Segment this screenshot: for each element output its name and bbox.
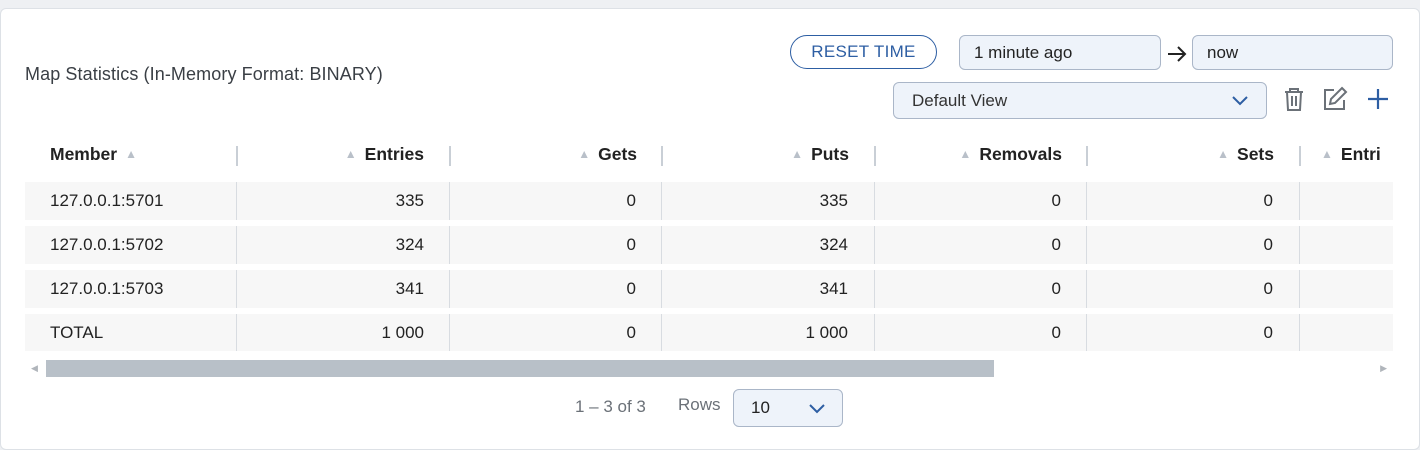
view-select[interactable]: Default View [893,82,1267,119]
time-from-input[interactable]: 1 minute ago [959,35,1161,70]
column-divider [661,314,662,351]
cell-gets: 0 [626,323,636,342]
column-divider [449,226,450,264]
statistics-table: Member ▲ ▲ Entries ▲ Gets ▲ Puts ▲ Removals ▲… [25,135,1393,351]
sort-up-icon: ▲ [791,147,804,161]
column-header-gets[interactable]: ▲ Gets [451,135,637,173]
pagination-range: 1 – 3 of 3 [575,397,646,416]
column-divider [661,226,662,264]
cell-sets: 0 [1263,191,1273,210]
column-divider [661,182,662,220]
cell-entries: 341 [395,279,424,298]
sort-up-icon: ▲ [1321,147,1333,161]
cell-entries: 324 [395,235,424,254]
column-divider [1299,226,1300,264]
sort-up-icon: ▲ [125,147,137,161]
cell-puts: 341 [819,279,848,298]
column-divider [236,226,237,264]
scroll-left-icon[interactable]: ◀ [31,363,38,374]
reset-time-button[interactable]: RESET TIME [790,35,937,69]
column-divider[interactable] [1299,146,1301,166]
cell-gets: 0 [626,235,636,254]
cell-removals: 0 [1051,235,1061,254]
cell-puts: 1 000 [805,323,848,342]
column-divider [1086,314,1087,351]
rows-per-page-label: Rows [678,395,721,414]
horizontal-scrollbar[interactable]: ◀ ▶ [25,360,1393,377]
cell-puts: 335 [819,191,848,210]
scrollbar-thumb[interactable] [46,360,994,377]
column-divider [874,314,875,351]
column-divider [449,182,450,220]
panel-title: Map Statistics (In-Memory Format: BINARY… [25,64,383,84]
column-divider [449,270,450,308]
time-to-input[interactable]: now [1192,35,1393,70]
column-divider [1299,314,1300,351]
cell-entries: 335 [395,191,424,210]
rows-per-page-value: 10 [751,398,770,417]
column-divider [236,270,237,308]
cell-sets: 0 [1263,235,1273,254]
scroll-right-icon[interactable]: ▶ [1380,363,1387,374]
column-header-puts[interactable]: ▲ Puts [663,135,849,173]
cell-entries: 1 000 [381,323,424,342]
table-header: Member ▲ ▲ Entries ▲ Gets ▲ Puts ▲ Removals ▲… [25,135,1393,173]
column-divider [1299,182,1300,220]
cell-member: 127.0.0.1:5702 [50,235,164,254]
column-header-entries-cost[interactable]: ▲ Entri [1321,135,1393,173]
arrow-right-icon [1168,46,1187,62]
cell-gets: 0 [626,279,636,298]
cell-member: TOTAL [50,323,104,342]
cell-puts: 324 [819,235,848,254]
cell-member: 127.0.0.1:5701 [50,191,164,210]
plus-icon[interactable] [1363,84,1393,114]
cell-removals: 0 [1051,191,1061,210]
column-divider [449,314,450,351]
chevron-down-icon [1232,96,1248,106]
table-row[interactable]: 127.0.0.1:5703 341 0 341 0 0 [25,270,1393,308]
trash-icon[interactable] [1279,84,1309,114]
column-divider [874,182,875,220]
column-divider [874,270,875,308]
cell-sets: 0 [1263,279,1273,298]
table-row-total[interactable]: TOTAL 1 000 0 1 000 0 0 [25,314,1393,351]
cell-removals: 0 [1051,279,1061,298]
view-select-value: Default View [912,90,1008,110]
sort-up-icon: ▲ [578,147,591,161]
chevron-down-icon [809,404,825,414]
sort-up-icon: ▲ [1217,147,1230,161]
cell-gets: 0 [626,191,636,210]
sort-up-icon: ▲ [959,147,972,161]
column-header-removals[interactable]: ▲ Removals [876,135,1062,173]
column-divider [661,270,662,308]
column-header-member[interactable]: Member ▲ [50,135,230,173]
column-header-entries[interactable]: ▲ Entries [238,135,424,173]
edit-icon[interactable] [1320,84,1350,114]
sort-up-icon: ▲ [344,147,357,161]
table-row[interactable]: 127.0.0.1:5701 335 0 335 0 0 [25,182,1393,220]
table-row[interactable]: 127.0.0.1:5702 324 0 324 0 0 [25,226,1393,264]
column-header-sets[interactable]: ▲ Sets [1088,135,1274,173]
column-divider [1086,270,1087,308]
rows-per-page-select[interactable]: 10 [733,389,843,427]
cell-removals: 0 [1051,323,1061,342]
column-divider [236,314,237,351]
cell-sets: 0 [1263,323,1273,342]
column-divider [874,226,875,264]
cell-member: 127.0.0.1:5703 [50,279,164,298]
column-divider [1086,182,1087,220]
column-divider [1086,226,1087,264]
column-divider [1299,270,1300,308]
column-divider [236,182,237,220]
